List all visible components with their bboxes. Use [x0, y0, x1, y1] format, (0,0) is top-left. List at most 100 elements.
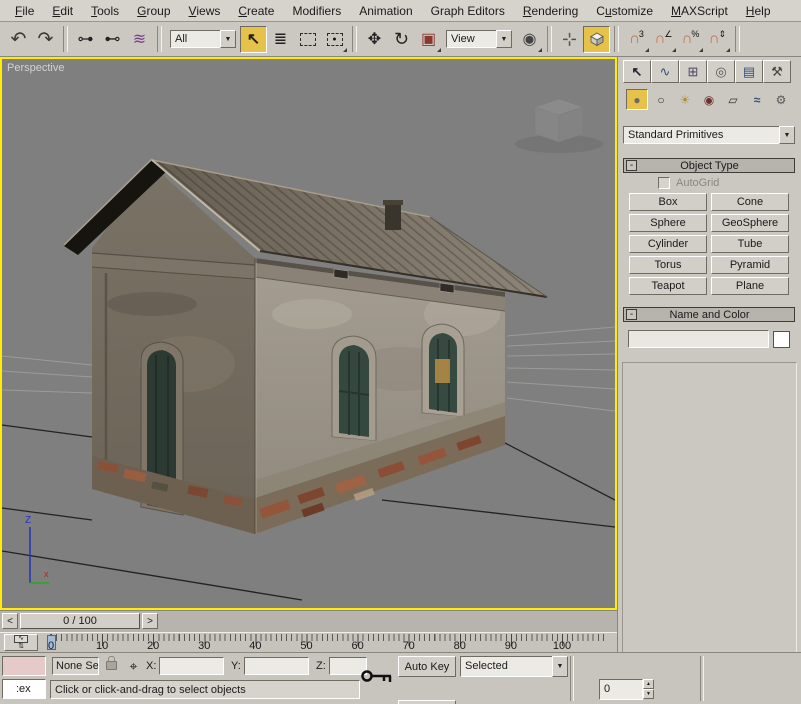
- time-slider-button[interactable]: 0 / 100: [20, 613, 140, 629]
- select-move-button[interactable]: ✥: [361, 26, 388, 53]
- tab-create[interactable]: ↖: [623, 60, 651, 83]
- angle-snap-button[interactable]: ∩∠: [650, 26, 677, 53]
- select-rotate-button[interactable]: ↻: [388, 26, 415, 53]
- menu-edit[interactable]: Edit: [43, 1, 82, 21]
- spinner-up-icon[interactable]: ▲: [643, 679, 654, 689]
- macro-recorder-field[interactable]: [2, 656, 46, 676]
- unlink-selection-button[interactable]: ⊷: [99, 26, 126, 53]
- tab-hierarchy[interactable]: ⊞: [679, 60, 707, 83]
- menu-customize[interactable]: Customize: [587, 1, 662, 21]
- transform-typein-toggle[interactable]: ⌖: [124, 657, 143, 675]
- chevron-down-icon[interactable]: ▼: [496, 30, 512, 48]
- menu-animation[interactable]: Animation: [350, 1, 421, 21]
- menu-help[interactable]: Help: [737, 1, 780, 21]
- reference-coord-dropdown[interactable]: View ▼: [446, 29, 512, 49]
- undo-button[interactable]: ↶: [5, 26, 32, 53]
- snaps-toggle-button[interactable]: ∩3: [623, 26, 650, 53]
- status-divider: [700, 656, 704, 701]
- bind-to-spacewarp-button[interactable]: ≋: [126, 26, 153, 53]
- collapse-icon[interactable]: -: [626, 160, 637, 171]
- tab-motion[interactable]: ◎: [707, 60, 735, 83]
- collapse-icon[interactable]: -: [626, 309, 637, 320]
- viewport-perspective[interactable]: Perspective: [0, 57, 617, 610]
- menu-file[interactable]: File: [6, 1, 43, 21]
- x-coordinate-field[interactable]: [159, 657, 224, 675]
- unlink-icon: ⊷: [105, 29, 121, 49]
- spinner-snap-modifier: ⇕: [719, 29, 727, 40]
- track-bar[interactable]: ∿ ⇅ 0102030405060708090100: [0, 632, 617, 652]
- chevron-down-icon[interactable]: ▼: [552, 656, 568, 677]
- key-mode-dropdown[interactable]: Selected ▼: [460, 656, 568, 677]
- house-model[interactable]: [64, 159, 547, 534]
- set-keys-key-icon[interactable]: [360, 666, 394, 690]
- name-color-rollout-header[interactable]: - Name and Color: [623, 307, 795, 322]
- category-systems-button[interactable]: ⚙: [770, 89, 792, 110]
- previous-frame-arrow[interactable]: <: [2, 613, 18, 629]
- select-and-link-button[interactable]: ⊶: [72, 26, 99, 53]
- menu-rendering[interactable]: Rendering: [514, 1, 587, 21]
- menu-group[interactable]: Group: [128, 1, 179, 21]
- menu-maxscript[interactable]: MAXScript: [662, 1, 737, 21]
- selection-filter-dropdown[interactable]: All ▼: [170, 29, 236, 49]
- frame-label-30: 30: [198, 640, 210, 652]
- listener-text: :ex: [16, 683, 31, 695]
- auto-key-button[interactable]: Auto Key: [398, 656, 456, 677]
- window-crossing-button[interactable]: ●: [321, 26, 348, 53]
- select-object-button[interactable]: ↖: [240, 26, 267, 53]
- objtype-box-button[interactable]: Box: [629, 193, 707, 211]
- objtype-geosphere-button[interactable]: GeoSphere: [711, 214, 789, 232]
- category-helpers-button[interactable]: ▱: [722, 89, 744, 110]
- menu-tools[interactable]: Tools: [82, 1, 128, 21]
- viewport-label[interactable]: Perspective: [7, 62, 64, 74]
- objtype-teapot-button[interactable]: Teapot: [629, 277, 707, 295]
- frame-value: 0: [604, 683, 610, 695]
- objtype-pyramid-button[interactable]: Pyramid: [711, 256, 789, 274]
- coord-system-value: View: [446, 30, 496, 48]
- current-frame-field[interactable]: 0: [599, 679, 643, 700]
- object-type-rollout-header[interactable]: - Object Type: [623, 158, 795, 173]
- category-shapes-button[interactable]: ○: [650, 89, 672, 110]
- spinner-down-icon[interactable]: ▼: [643, 689, 654, 699]
- object-color-swatch[interactable]: [773, 331, 790, 348]
- frame-spinner[interactable]: ▲ ▼: [643, 679, 654, 699]
- chevron-down-icon[interactable]: ▼: [779, 126, 795, 144]
- objtype-torus-button[interactable]: Torus: [629, 256, 707, 274]
- percent-snap-button[interactable]: ∩%: [677, 26, 704, 53]
- select-by-name-button[interactable]: ≣: [267, 26, 294, 53]
- object-name-field[interactable]: [628, 330, 769, 348]
- tab-display[interactable]: ▤: [735, 60, 763, 83]
- subcategory-dropdown[interactable]: Standard Primitives ▼: [623, 126, 795, 144]
- distant-box-object[interactable]: [515, 99, 603, 153]
- mini-curve-editor-button[interactable]: ∿ ⇅: [4, 634, 38, 651]
- keyboard-override-button[interactable]: [583, 26, 610, 53]
- category-spacewarps-button[interactable]: ≈: [746, 89, 768, 110]
- select-scale-button[interactable]: ▣: [415, 26, 442, 53]
- menu-grapheditors[interactable]: Graph Editors: [422, 1, 514, 21]
- category-geometry-button[interactable]: ●: [626, 89, 648, 110]
- objtype-cylinder-button[interactable]: Cylinder: [629, 235, 707, 253]
- category-cameras-button[interactable]: ◉: [698, 89, 720, 110]
- menu-views[interactable]: Views: [180, 1, 230, 21]
- tab-modify[interactable]: ∿: [651, 60, 679, 83]
- objtype-cone-button[interactable]: Cone: [711, 193, 789, 211]
- redo-button[interactable]: ↷: [32, 26, 59, 53]
- y-coordinate-field[interactable]: [244, 657, 309, 675]
- use-center-button[interactable]: ◉: [516, 26, 543, 53]
- spinner-snap-button[interactable]: ∩⇕: [704, 26, 731, 53]
- set-key-button[interactable]: Set Key: [398, 700, 456, 704]
- maxscript-mini-listener[interactable]: :ex: [2, 679, 46, 699]
- chevron-down-icon[interactable]: ▼: [220, 30, 236, 48]
- select-manipulate-button[interactable]: ⊹: [556, 26, 583, 53]
- next-frame-arrow[interactable]: >: [142, 613, 158, 629]
- selection-lock-toggle[interactable]: [103, 657, 120, 675]
- objtype-plane-button[interactable]: Plane: [711, 277, 789, 295]
- objtype-tube-button[interactable]: Tube: [711, 235, 789, 253]
- category-lights-button[interactable]: ☀: [674, 89, 696, 110]
- autogrid-checkbox[interactable]: [658, 177, 670, 189]
- tab-utilities[interactable]: ⚒: [763, 60, 791, 83]
- menu-create[interactable]: Create: [229, 1, 283, 21]
- menu-modifiers[interactable]: Modifiers: [283, 1, 350, 21]
- objtype-sphere-button[interactable]: Sphere: [629, 214, 707, 232]
- frame-label-80: 80: [454, 640, 466, 652]
- rect-selection-region-button[interactable]: [294, 26, 321, 53]
